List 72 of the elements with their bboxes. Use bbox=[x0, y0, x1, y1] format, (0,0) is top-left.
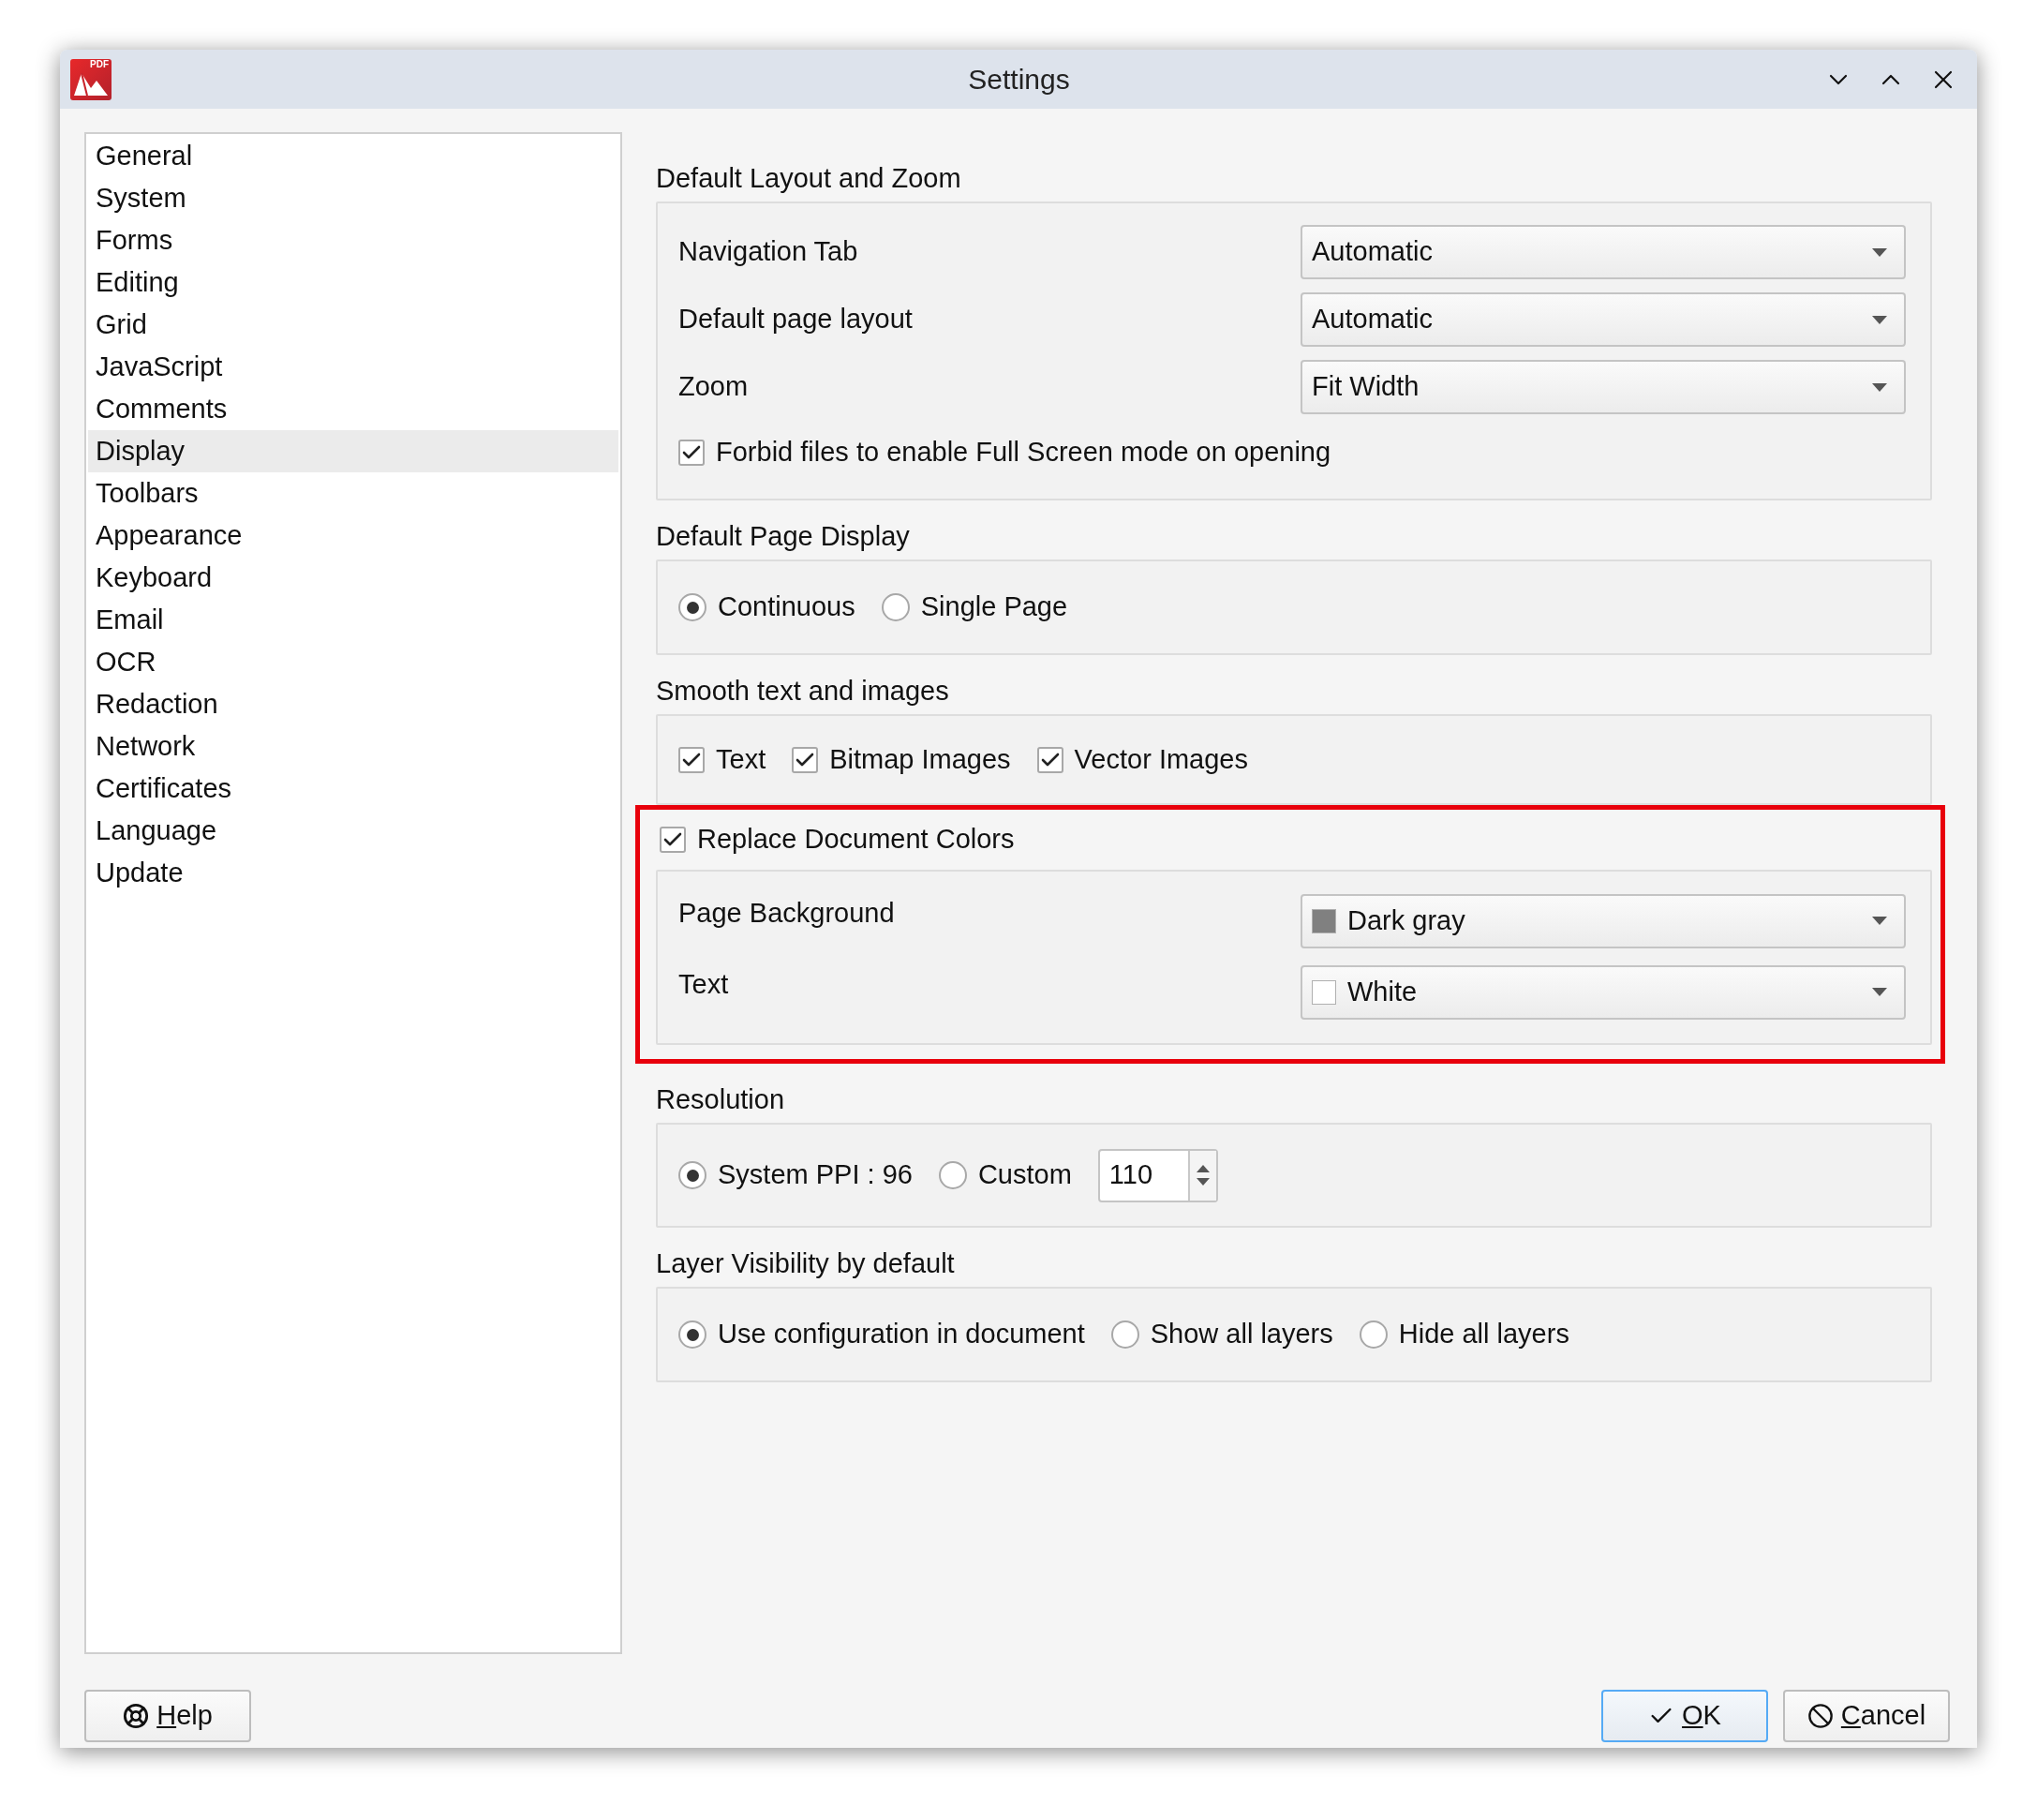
spin-down-icon[interactable] bbox=[1196, 1178, 1210, 1186]
dropdown[interactable]: Automatic bbox=[1301, 292, 1906, 347]
dropdown[interactable]: White bbox=[1301, 964, 1906, 1020]
sidebar-item[interactable]: General bbox=[88, 135, 618, 177]
spin-up-icon[interactable] bbox=[1196, 1165, 1210, 1172]
option-label: Hide all layers bbox=[1398, 1318, 1569, 1351]
dropdown[interactable]: Dark gray bbox=[1301, 893, 1906, 948]
checkbox[interactable] bbox=[660, 827, 686, 853]
window-title: Settings bbox=[967, 63, 1070, 97]
help-button[interactable]: Help bbox=[84, 1690, 251, 1742]
sidebar-item[interactable]: Network bbox=[88, 725, 618, 768]
sidebar-item[interactable]: Editing bbox=[88, 261, 618, 304]
section-title: Smooth text and images bbox=[656, 675, 949, 709]
sidebar-item[interactable]: Language bbox=[88, 810, 618, 852]
checkbox-label: Replace Document Colors bbox=[697, 823, 1015, 857]
sidebar-item[interactable]: Redaction bbox=[88, 683, 618, 725]
dropdown[interactable]: Fit Width bbox=[1301, 360, 1906, 414]
section-title: Layer Visibility by default bbox=[656, 1247, 955, 1281]
sidebar-item[interactable]: Toolbars bbox=[88, 472, 618, 515]
lifebuoy-icon bbox=[123, 1703, 150, 1729]
sidebar-item[interactable]: System bbox=[88, 177, 618, 219]
sidebar-item[interactable]: Display bbox=[88, 430, 618, 472]
radio-button[interactable] bbox=[881, 593, 910, 621]
radio-button[interactable] bbox=[678, 1320, 706, 1349]
sidebar-item[interactable]: Update bbox=[88, 852, 618, 894]
section-title: Default Layout and Zoom bbox=[656, 162, 961, 196]
field-label: Navigation Tab bbox=[678, 235, 859, 269]
radio-button[interactable] bbox=[1359, 1320, 1388, 1349]
dropdown-arrow-icon bbox=[1872, 315, 1887, 324]
option-label: Bitmap Images bbox=[829, 742, 1011, 776]
sidebar-item[interactable]: Forms bbox=[88, 219, 618, 261]
option-label: Continuous bbox=[718, 590, 855, 624]
checkbox[interactable] bbox=[678, 440, 705, 466]
field-label: Default page layout bbox=[678, 303, 914, 336]
option-label: Use configuration in document bbox=[718, 1318, 1085, 1351]
sidebar-item[interactable]: Certificates bbox=[88, 768, 618, 810]
radio-button[interactable] bbox=[938, 1161, 967, 1189]
cancel-icon bbox=[1807, 1703, 1834, 1729]
checkbox-label: Forbid files to enable Full Screen mode on opening bbox=[716, 436, 1331, 470]
sidebar-item[interactable]: Keyboard bbox=[88, 557, 618, 599]
checkbox[interactable] bbox=[1036, 746, 1063, 773]
option-label: Text bbox=[716, 742, 766, 776]
spin-box[interactable]: 110 bbox=[1097, 1148, 1218, 1202]
field-label: Text bbox=[678, 968, 729, 999]
sidebar-item[interactable]: Comments bbox=[88, 388, 618, 430]
sidebar-item[interactable]: Appearance bbox=[88, 515, 618, 557]
radio-button[interactable] bbox=[678, 1161, 706, 1189]
dropdown-arrow-icon bbox=[1872, 247, 1887, 257]
dropdown-arrow-icon bbox=[1872, 917, 1887, 925]
dropdown[interactable]: Automatic bbox=[1301, 225, 1906, 279]
option-label: Single Page bbox=[920, 590, 1068, 624]
sidebar-item[interactable]: Email bbox=[88, 599, 618, 641]
ok-button[interactable]: OK bbox=[1601, 1690, 1768, 1742]
cancel-button[interactable]: Cancel bbox=[1783, 1690, 1950, 1742]
option-label: Custom bbox=[977, 1158, 1072, 1192]
app-logo: PDF bbox=[70, 58, 112, 100]
radio-button[interactable] bbox=[678, 593, 706, 621]
sidebar-item[interactable]: OCR bbox=[88, 641, 618, 683]
radio-button[interactable] bbox=[1110, 1320, 1139, 1349]
option-label: Vector Images bbox=[1074, 742, 1248, 776]
section-title: Resolution bbox=[656, 1083, 785, 1117]
checkbox[interactable] bbox=[678, 746, 705, 773]
dropdown-arrow-icon bbox=[1872, 988, 1887, 996]
checkbox[interactable] bbox=[792, 746, 819, 773]
option-label: Show all layers bbox=[1150, 1318, 1333, 1351]
field-label: Zoom bbox=[678, 370, 750, 404]
option-label: System PPI : 96 bbox=[718, 1158, 913, 1192]
sidebar-item[interactable]: JavaScript bbox=[88, 346, 618, 388]
dropdown-arrow-icon bbox=[1872, 382, 1887, 392]
sidebar-item[interactable]: Grid bbox=[88, 304, 618, 346]
section-title: Default Page Display bbox=[656, 520, 910, 554]
field-label: Page Background bbox=[678, 897, 895, 928]
